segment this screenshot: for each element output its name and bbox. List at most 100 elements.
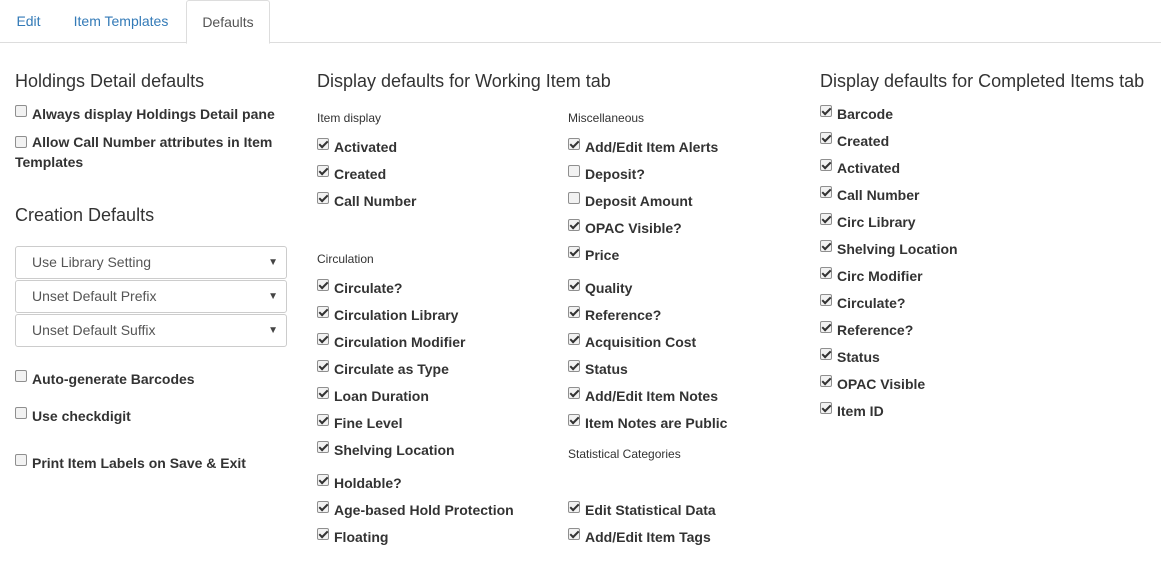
checkbox-row[interactable]: Loan Duration bbox=[317, 387, 429, 405]
checkbox-icon[interactable] bbox=[568, 279, 580, 291]
checkbox-row[interactable]: Circ Library bbox=[820, 213, 916, 231]
default-suffix-select[interactable]: Unset Default Suffix ▼ bbox=[15, 314, 287, 347]
checkbox-icon[interactable] bbox=[568, 138, 580, 150]
checkbox-label: Add/Edit Item Tags bbox=[585, 529, 711, 545]
checkbox-row[interactable]: Add/Edit Item Alerts bbox=[568, 138, 718, 156]
checkbox-icon[interactable] bbox=[820, 348, 832, 360]
use-checkdigit-checkbox[interactable]: Use checkdigit bbox=[15, 407, 131, 425]
checkbox-icon[interactable] bbox=[317, 387, 329, 399]
checkbox-icon[interactable] bbox=[568, 246, 580, 258]
checkbox-icon[interactable] bbox=[820, 240, 832, 252]
checkbox-row[interactable]: Add/Edit Item Tags bbox=[568, 528, 711, 546]
checkbox-icon[interactable] bbox=[15, 105, 27, 117]
checkbox-row[interactable]: Holdable? bbox=[317, 474, 402, 492]
checkbox-row[interactable]: Created bbox=[317, 165, 386, 183]
checkbox-icon[interactable] bbox=[15, 136, 27, 148]
checkbox-icon[interactable] bbox=[568, 165, 580, 177]
checkbox-row[interactable]: Barcode bbox=[820, 105, 893, 123]
checkbox-icon[interactable] bbox=[568, 501, 580, 513]
checkbox-row[interactable]: Created bbox=[820, 132, 889, 150]
checkbox-row[interactable]: Item Notes are Public bbox=[568, 414, 727, 432]
tab-edit[interactable]: Edit bbox=[0, 0, 57, 43]
checkbox-row[interactable]: OPAC Visible bbox=[820, 375, 925, 393]
checkbox-row[interactable]: Call Number bbox=[317, 192, 416, 210]
checkbox-row[interactable]: Activated bbox=[820, 159, 900, 177]
checkbox-row[interactable]: Reference? bbox=[820, 321, 913, 339]
checkbox-row[interactable]: Add/Edit Item Notes bbox=[568, 387, 718, 405]
print-item-labels-checkbox[interactable]: Print Item Labels on Save & Exit bbox=[15, 454, 246, 472]
checkbox-row[interactable]: Status bbox=[820, 348, 880, 366]
checkbox-icon[interactable] bbox=[568, 306, 580, 318]
checkbox-icon[interactable] bbox=[317, 414, 329, 426]
always-display-holdings-checkbox[interactable]: Always display Holdings Detail pane bbox=[15, 105, 275, 123]
checkbox-row[interactable]: Circulation Modifier bbox=[317, 333, 465, 351]
checkbox-row[interactable]: Reference? bbox=[568, 306, 661, 324]
checkbox-icon[interactable] bbox=[15, 407, 27, 419]
checkbox-row[interactable]: Quality bbox=[568, 279, 632, 297]
checkbox-icon[interactable] bbox=[820, 375, 832, 387]
checkbox-row[interactable]: Activated bbox=[317, 138, 397, 156]
checkbox-icon[interactable] bbox=[820, 321, 832, 333]
checkbox-icon[interactable] bbox=[317, 138, 329, 150]
checkbox-icon[interactable] bbox=[317, 165, 329, 177]
checkbox-row[interactable]: Circulate? bbox=[820, 294, 905, 312]
checkbox-row[interactable]: Fine Level bbox=[317, 414, 402, 432]
checkbox-label: Deposit Amount bbox=[585, 193, 693, 209]
checkbox-icon[interactable] bbox=[820, 105, 832, 117]
checkbox-icon[interactable] bbox=[317, 441, 329, 453]
checkbox-icon[interactable] bbox=[317, 279, 329, 291]
checkbox-icon[interactable] bbox=[820, 294, 832, 306]
checkbox-row[interactable]: Circulate as Type bbox=[317, 360, 449, 378]
checkbox-icon[interactable] bbox=[568, 387, 580, 399]
tab-item-templates[interactable]: Item Templates bbox=[57, 0, 185, 43]
auto-generate-barcodes-checkbox[interactable]: Auto-generate Barcodes bbox=[15, 370, 195, 388]
checkbox-icon[interactable] bbox=[820, 186, 832, 198]
checkbox-icon[interactable] bbox=[15, 370, 27, 382]
checkbox-label: Always display Holdings Detail pane bbox=[32, 106, 275, 122]
checkbox-row[interactable]: Price bbox=[568, 246, 619, 264]
checkbox-label: Print Item Labels on Save & Exit bbox=[32, 455, 246, 471]
checkbox-icon[interactable] bbox=[317, 333, 329, 345]
checkbox-icon[interactable] bbox=[317, 501, 329, 513]
checkbox-row[interactable]: Circulate? bbox=[317, 279, 402, 297]
checkbox-icon[interactable] bbox=[317, 360, 329, 372]
checkbox-row[interactable]: Item ID bbox=[820, 402, 884, 420]
checkbox-icon[interactable] bbox=[568, 192, 580, 204]
checkbox-row[interactable]: Acquisition Cost bbox=[568, 333, 696, 351]
checkbox-row[interactable]: Circ Modifier bbox=[820, 267, 923, 285]
default-prefix-select[interactable]: Unset Default Prefix ▼ bbox=[15, 280, 287, 313]
item-display-label: Item display bbox=[317, 111, 382, 125]
checkbox-row[interactable]: Circulation Library bbox=[317, 306, 458, 324]
checkbox-icon[interactable] bbox=[568, 333, 580, 345]
checkbox-row[interactable]: Deposit Amount bbox=[568, 192, 693, 210]
checkbox-icon[interactable] bbox=[820, 132, 832, 144]
tab-defaults[interactable]: Defaults bbox=[186, 0, 270, 44]
checkbox-row[interactable]: Call Number bbox=[820, 186, 919, 204]
checkbox-icon[interactable] bbox=[568, 528, 580, 540]
checkbox-row[interactable]: OPAC Visible? bbox=[568, 219, 682, 237]
checkbox-icon[interactable] bbox=[568, 219, 580, 231]
checkbox-icon[interactable] bbox=[820, 267, 832, 279]
checkbox-row[interactable]: Age-based Hold Protection bbox=[317, 501, 514, 519]
call-number-setting-select[interactable]: Use Library Setting ▼ bbox=[15, 246, 287, 279]
checkbox-icon[interactable] bbox=[317, 306, 329, 318]
checkbox-row[interactable]: Edit Statistical Data bbox=[568, 501, 716, 519]
miscellaneous-label: Miscellaneous bbox=[568, 111, 645, 125]
checkbox-icon[interactable] bbox=[820, 213, 832, 225]
checkbox-label: Reference? bbox=[585, 307, 662, 323]
checkbox-row[interactable]: Floating bbox=[317, 528, 388, 546]
checkbox-icon[interactable] bbox=[317, 528, 329, 540]
checkbox-icon[interactable] bbox=[317, 192, 329, 204]
checkbox-icon[interactable] bbox=[317, 474, 329, 486]
checkbox-icon[interactable] bbox=[15, 454, 27, 466]
allow-call-number-attributes-checkbox[interactable]: Allow Call Number attributes in Item Tem… bbox=[15, 132, 285, 172]
checkbox-row[interactable]: Deposit? bbox=[568, 165, 645, 183]
checkbox-row[interactable]: Shelving Location bbox=[820, 240, 958, 258]
checkbox-icon[interactable] bbox=[820, 402, 832, 414]
checkbox-icon[interactable] bbox=[568, 414, 580, 426]
checkbox-icon[interactable] bbox=[820, 159, 832, 171]
checkbox-row[interactable]: Shelving Location bbox=[317, 441, 455, 459]
checkbox-row[interactable]: Status bbox=[568, 360, 628, 378]
checkbox-label: Activated bbox=[837, 160, 901, 176]
checkbox-icon[interactable] bbox=[568, 360, 580, 372]
